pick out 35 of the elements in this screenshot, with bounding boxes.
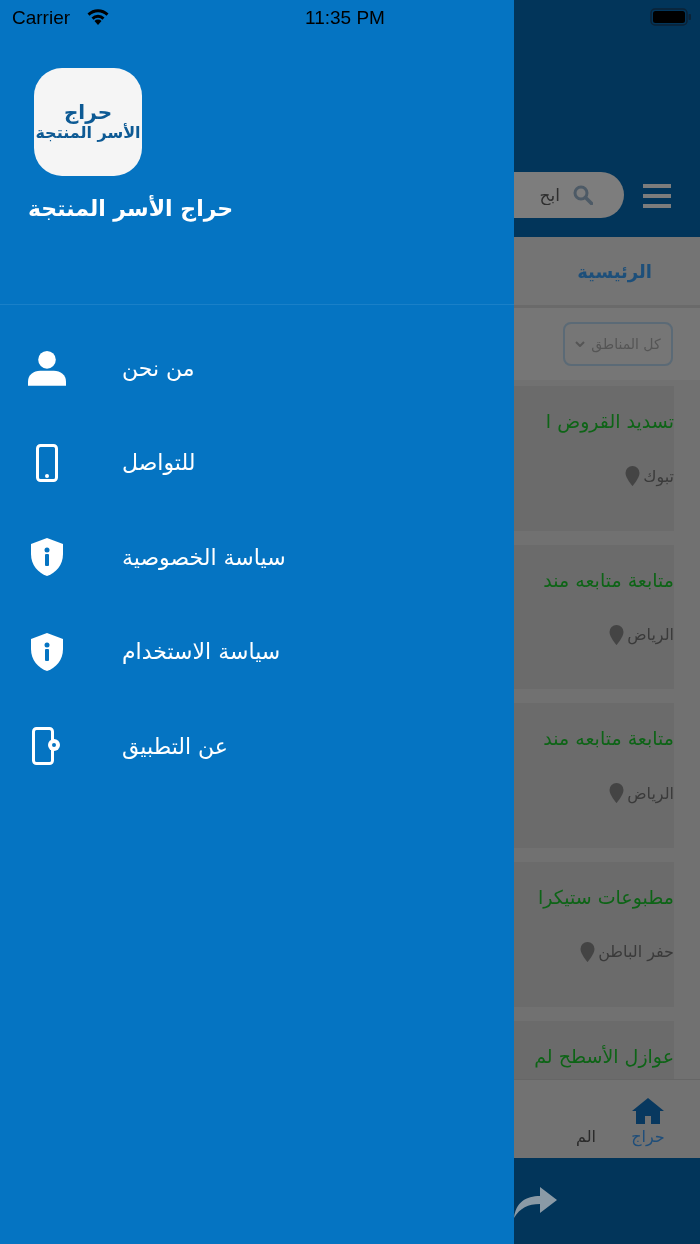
wifi-icon [86, 8, 110, 26]
listing-title: متابعة متابعه مند [543, 727, 674, 750]
location-pin-icon [580, 941, 596, 962]
home-tab[interactable]: الرئيسية [577, 260, 652, 282]
caret-icon [575, 341, 586, 347]
person-icon [28, 349, 66, 388]
location-pin-icon [625, 466, 641, 486]
app-logo: حراج الأسر المنتجة [34, 68, 142, 176]
menu-item[interactable]: عن التطبيق [0, 699, 514, 794]
menu-item[interactable]: للتواصل [0, 415, 514, 510]
shield-info-icon [31, 632, 63, 671]
home-icon [631, 1097, 665, 1125]
phone-icon [36, 443, 58, 482]
shield-info-icon [31, 538, 63, 577]
listing-title: عوازل الأسطح لم [534, 1044, 674, 1067]
battery-icon [650, 8, 692, 26]
location-pin-icon [609, 624, 625, 645]
listing-title: مطبوعات ستيكرا [538, 885, 674, 908]
status-time: 11:35 PM [305, 7, 385, 29]
menu-item[interactable]: سياسة الخصوصية [0, 510, 514, 605]
location-pin-icon [609, 783, 625, 804]
bottom-tab[interactable]: الم [576, 1080, 596, 1158]
listing-title: تسديد القروض ا [545, 410, 674, 432]
carrier-label: Carrier [12, 7, 71, 29]
search-icon [573, 185, 593, 205]
share-icon[interactable] [514, 1184, 558, 1218]
menu-item[interactable]: سياسة الاستخدام [0, 604, 514, 699]
phone-settings-icon [32, 727, 62, 766]
app-name: حراج الأسر المنتجة [28, 196, 234, 221]
search-field[interactable]: ابح [514, 172, 624, 218]
listing-title: متابعة متابعه مند [543, 568, 674, 591]
listing-card[interactable]: عوازل الأسطح لم [514, 1020, 674, 1079]
menu-icon[interactable] [643, 184, 671, 208]
menu-item[interactable]: من نحن [0, 321, 514, 416]
bottom-tab[interactable]: حراج [596, 1080, 700, 1158]
